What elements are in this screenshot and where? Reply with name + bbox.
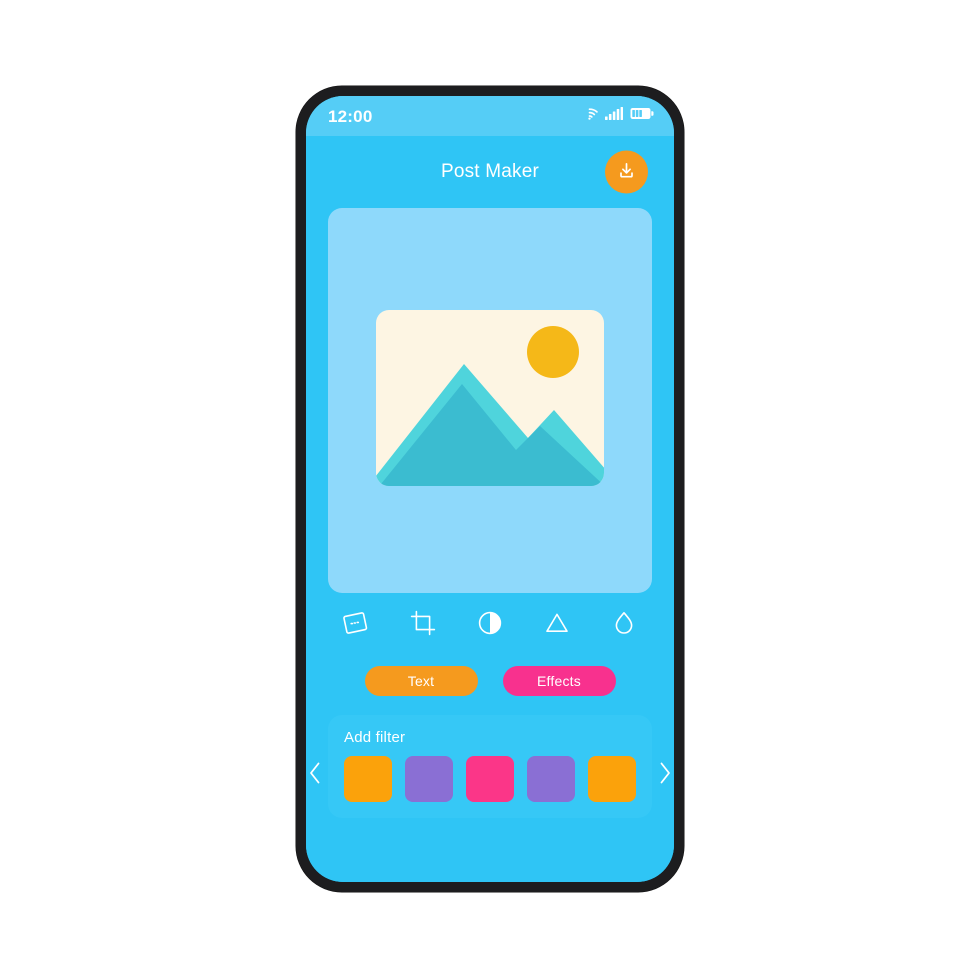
app-content: Post Maker Text Effects Add filter bbox=[306, 136, 674, 882]
image-preview-card[interactable] bbox=[328, 208, 652, 593]
cellular-signal-icon bbox=[605, 107, 623, 125]
filter-swatch-row bbox=[344, 756, 636, 802]
bottom-spacer bbox=[328, 818, 652, 882]
text-button[interactable]: Text bbox=[364, 666, 478, 696]
action-button-row: Text Effects bbox=[328, 655, 652, 707]
filter-panel: Add filter bbox=[328, 715, 652, 818]
app-header: Post Maker bbox=[328, 136, 652, 208]
download-icon bbox=[616, 160, 637, 184]
phone-screen: 12:00 Post Maker Text Effects Add filter bbox=[306, 96, 674, 882]
filter-swatch[interactable] bbox=[527, 756, 575, 802]
sharpen-icon bbox=[542, 608, 572, 641]
image-placeholder-icon bbox=[376, 310, 604, 491]
crop-icon-button[interactable] bbox=[403, 604, 443, 644]
filter-swatch[interactable] bbox=[466, 756, 514, 802]
filter-swatch[interactable] bbox=[344, 756, 392, 802]
saturation-icon bbox=[609, 608, 639, 641]
wifi-icon bbox=[581, 107, 598, 125]
contrast-icon bbox=[475, 608, 505, 641]
filter-section: Add filter bbox=[310, 715, 670, 818]
crop-icon bbox=[408, 608, 438, 641]
page-title: Post Maker bbox=[440, 161, 540, 182]
edit-tool-row bbox=[328, 593, 652, 655]
status-bar-icons bbox=[581, 107, 654, 125]
status-bar: 12:00 bbox=[306, 96, 674, 136]
sharpen-icon-button[interactable] bbox=[537, 604, 577, 644]
download-button[interactable] bbox=[605, 150, 648, 194]
perspective-icon bbox=[341, 608, 371, 641]
phone-frame: 12:00 Post Maker Text Effects Add filter bbox=[296, 86, 684, 892]
filter-prev-button[interactable] bbox=[306, 757, 326, 793]
filter-swatch[interactable] bbox=[588, 756, 636, 802]
effects-button[interactable]: Effects bbox=[502, 666, 616, 696]
screenshot-canvas: 12:00 Post Maker Text Effects Add filter bbox=[0, 0, 980, 980]
filter-next-button[interactable] bbox=[654, 757, 674, 793]
filter-swatch[interactable] bbox=[405, 756, 453, 802]
filter-section-title: Add filter bbox=[344, 729, 406, 746]
saturation-icon-button[interactable] bbox=[604, 604, 644, 644]
contrast-icon-button[interactable] bbox=[470, 604, 510, 644]
status-bar-time: 12:00 bbox=[328, 106, 373, 126]
chevron-left-icon bbox=[308, 761, 322, 788]
battery-icon bbox=[630, 107, 654, 125]
perspective-icon-button[interactable] bbox=[336, 604, 376, 644]
chevron-right-icon bbox=[658, 761, 672, 788]
